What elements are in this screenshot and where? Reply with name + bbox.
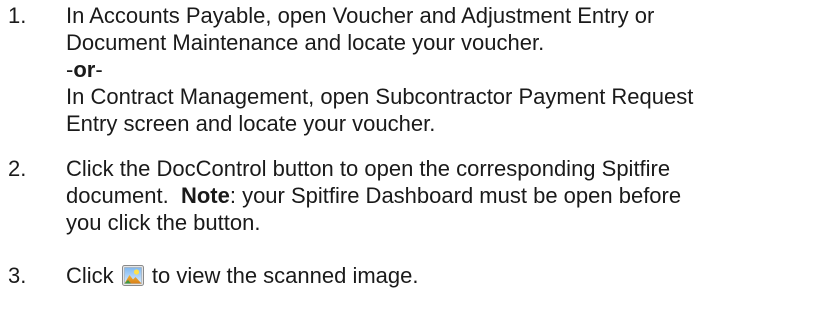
step-1: 1. In Accounts Payable, open Voucher and… (0, 2, 819, 137)
scanned-image-icon (121, 265, 144, 286)
step-text: Click to view the scanned image. (66, 263, 419, 288)
step-text: Document Maintenance and locate your vou… (66, 30, 545, 55)
step-text: document. Note: your Spitfire Dashboard … (66, 183, 682, 208)
step-text: In Contract Management, open Subcontract… (66, 84, 694, 109)
step-2: 2. Click the DocControl button to open t… (0, 155, 819, 236)
step-number: 2. (8, 156, 27, 181)
step-text: In Accounts Payable, open Voucher and Ad… (66, 3, 655, 28)
step-number: 3. (8, 263, 27, 288)
step-text: you click the button. (66, 210, 261, 235)
note-label: Note (180, 183, 230, 208)
step-3: 3. Click to view the scanned image. (0, 262, 819, 289)
instruction-steps: 1. In Accounts Payable, open Voucher and… (0, 0, 819, 289)
step-text: Entry screen and locate your voucher. (66, 111, 436, 136)
or-separator: -or- (66, 57, 103, 82)
step-text: Click the DocControl button to open the … (66, 156, 671, 181)
step-number: 1. (8, 3, 27, 28)
